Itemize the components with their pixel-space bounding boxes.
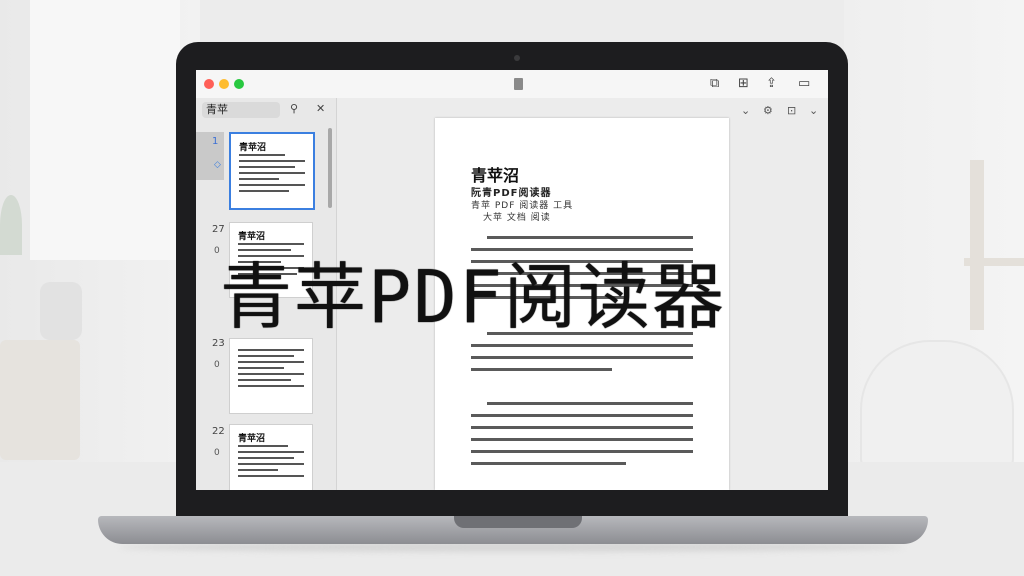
filter-icon[interactable]: ⚲ — [290, 102, 298, 115]
chair — [860, 340, 1014, 469]
laptop-notch — [454, 516, 582, 528]
text-line — [487, 402, 693, 405]
text-line — [487, 236, 693, 239]
thumbnail-text — [239, 154, 305, 196]
shelf-board — [964, 258, 1024, 266]
text-line — [471, 414, 693, 417]
title-bar: ⧉ ⊞ ⇪ ▭ — [196, 70, 828, 99]
text-line — [471, 450, 693, 453]
page-thumbnail[interactable]: 青苹沼 — [229, 424, 313, 490]
page-number: 27 — [212, 224, 225, 235]
document-title: 青苹沼 — [471, 166, 520, 185]
document-icon — [514, 78, 523, 90]
text-line — [471, 462, 626, 465]
page-marker-icon: ◇ — [214, 160, 221, 170]
document-subtitle: 阮青PDF阅读器 — [471, 188, 552, 199]
search-input[interactable]: 青苹 — [202, 102, 280, 118]
vase — [40, 282, 82, 340]
bookmark-icon[interactable]: ⊞ — [738, 76, 749, 92]
page-number: 22 — [212, 426, 225, 437]
page-thumbnail[interactable] — [229, 338, 313, 414]
page-thumbnail[interactable]: 青苹沼 — [229, 132, 315, 210]
document-date: 大苹 文档 阅读 — [483, 213, 551, 223]
text-line — [471, 426, 693, 429]
plant — [0, 195, 22, 255]
window-light — [30, 0, 180, 260]
thumbnail-title: 青苹沼 — [238, 232, 266, 242]
overlay-title: 青苹PDF阅读器 — [220, 255, 727, 339]
text-line — [471, 438, 693, 441]
thumbnail-text — [238, 445, 304, 481]
page-sub: 0 — [214, 246, 220, 256]
camera — [514, 55, 520, 61]
thumbnail-title: 青苹沼 — [239, 143, 267, 153]
sidebar-icon[interactable]: ⧉ — [710, 76, 719, 92]
page-sub: 0 — [214, 448, 220, 458]
close-icon[interactable]: ✕ — [316, 102, 325, 115]
chevron-down-icon[interactable]: ⌄ — [809, 104, 818, 117]
share-icon[interactable]: ⇪ — [766, 76, 777, 92]
shelf-post — [970, 160, 984, 330]
sidebar-scrollbar[interactable] — [328, 128, 332, 208]
thumbnail-text — [238, 349, 304, 391]
text-line — [471, 356, 693, 359]
page-number: 1 — [212, 136, 219, 147]
zoom-button[interactable] — [234, 79, 244, 89]
annotate-icon[interactable]: ⊡ — [787, 104, 796, 117]
text-line — [471, 368, 612, 371]
text-line — [471, 344, 693, 347]
settings-icon[interactable]: ⚙ — [763, 104, 773, 117]
close-button[interactable] — [204, 79, 214, 89]
more-icon[interactable]: ⌄ — [741, 104, 750, 117]
side-table — [0, 340, 80, 460]
page-sub: 0 — [214, 360, 220, 370]
selected-page-indicator — [196, 132, 224, 180]
thumbnail-title: 青苹沼 — [238, 434, 266, 444]
text-line — [471, 248, 693, 251]
window-icon[interactable]: ▭ — [798, 76, 810, 92]
minimize-button[interactable] — [219, 79, 229, 89]
